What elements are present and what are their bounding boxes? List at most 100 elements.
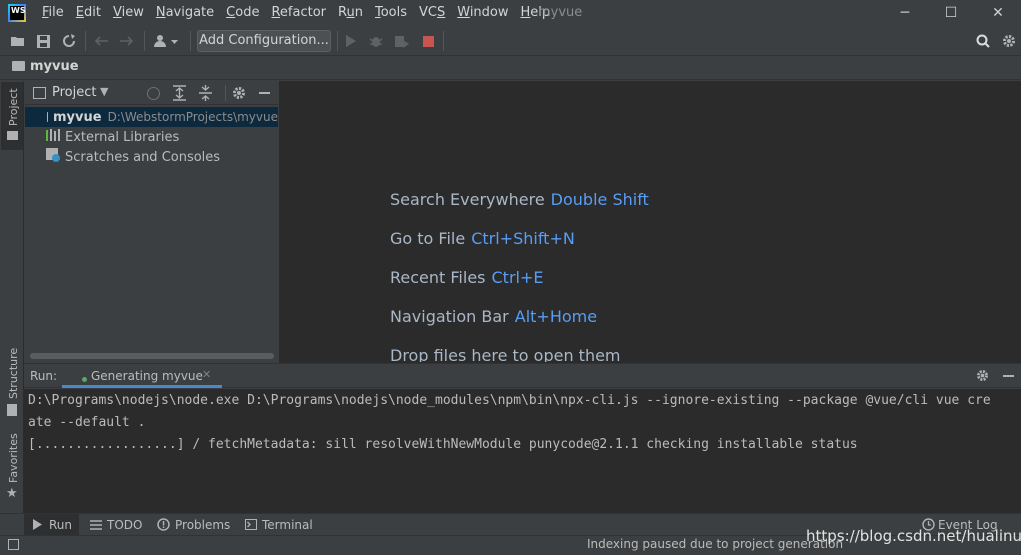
menu-item-text: ools <box>380 5 407 20</box>
tab-terminal[interactable]: Terminal <box>245 514 313 535</box>
toggle-tool-windows-icon[interactable] <box>8 539 19 550</box>
expand-all-icon[interactable] <box>173 85 186 101</box>
running-indicator-icon <box>82 377 87 382</box>
coverage-icon[interactable] <box>394 33 410 49</box>
sync-icon[interactable] <box>61 33 77 49</box>
user-menu-icon[interactable] <box>153 33 181 49</box>
project-view-title[interactable]: Project <box>52 85 96 100</box>
menu-item-text: avigate <box>165 5 215 20</box>
webstorm-logo: WS <box>8 4 26 22</box>
collapse-all-icon[interactable] <box>199 85 212 101</box>
problems-icon <box>157 518 170 531</box>
tab-structure[interactable]: Structure <box>7 348 20 399</box>
debug-icon[interactable] <box>368 33 384 49</box>
toolbar-separator <box>144 31 145 51</box>
hint-shortcut: Ctrl+E <box>491 268 544 287</box>
close-button[interactable]: ✕ <box>975 0 1021 26</box>
hint-recent-files: Recent Files Ctrl+E <box>390 268 543 287</box>
tab-favorites[interactable]: Favorites <box>7 433 20 483</box>
save-icon[interactable] <box>35 33 51 49</box>
gear-icon[interactable] <box>976 369 989 386</box>
menu-item[interactable]: Edit <box>70 0 107 26</box>
tab-run-label: Run <box>49 517 73 532</box>
menu-item[interactable]: Tools <box>369 0 413 26</box>
tree-item-myvue[interactable]: myvue D:\WebstormProjects\myvue <box>25 107 278 127</box>
settings-gear-icon[interactable] <box>232 86 246 104</box>
hide-panel-icon[interactable] <box>259 92 270 94</box>
folder-icon <box>47 112 48 122</box>
hint-go-to-file: Go to File Ctrl+Shift+N <box>390 229 575 248</box>
logo-text: WS <box>10 6 26 20</box>
breadcrumb[interactable]: myvue <box>30 59 79 74</box>
hint-text: Recent Files <box>390 268 486 287</box>
navigation-bar <box>0 55 1021 80</box>
menu-item-mnemonic: H <box>520 5 531 20</box>
menu-item[interactable]: View <box>107 0 150 26</box>
folder-icon <box>12 61 25 71</box>
hint-shortcut: Alt+Home <box>514 307 598 326</box>
tab-run[interactable]: Run <box>33 514 72 535</box>
tab-project-label: Project <box>7 88 20 126</box>
menu-item[interactable]: Run <box>332 0 369 26</box>
run-icon[interactable] <box>343 33 359 49</box>
tab-todo[interactable]: TODO <box>90 514 142 535</box>
hint-navigation-bar: Navigation Bar Alt+Home <box>390 307 597 326</box>
list-icon <box>90 519 102 530</box>
hint-text: Search Everywhere <box>390 190 545 209</box>
menu-item[interactable]: Code <box>220 0 265 26</box>
stop-icon[interactable] <box>420 33 436 49</box>
toolbar-separator <box>85 31 86 51</box>
tree-item-scratches[interactable]: Scratches and Consoles <box>25 147 278 167</box>
menu-item[interactable]: Navigate <box>150 0 220 26</box>
menu-item[interactable]: File <box>36 0 70 26</box>
hint-text: Navigation Bar <box>390 307 509 326</box>
console-output[interactable]: D:\Programs\nodejs\node.exe D:\Programs\… <box>24 389 1021 513</box>
console-line: [..................] / fetchMetadata: si… <box>28 437 858 452</box>
tab-problems[interactable]: Problems <box>157 514 230 535</box>
minimize-button[interactable]: ─ <box>882 0 928 26</box>
hint-search-everywhere: Search Everywhere Double Shift <box>390 190 649 209</box>
add-configuration-button[interactable]: Add Configuration... <box>197 30 331 52</box>
menu-item[interactable]: Window <box>451 0 514 26</box>
hint-shortcut: Ctrl+Shift+N <box>471 229 575 248</box>
watermark: https://blog.csdn.net/hualinux <box>806 527 1021 545</box>
tree-item-label: myvue <box>52 109 102 125</box>
minimize-panel-icon[interactable] <box>1003 375 1014 377</box>
tab-todo-label: TODO <box>107 517 143 532</box>
menu-item-text: n <box>354 5 363 20</box>
back-arrow-icon[interactable] <box>93 33 109 49</box>
menu-item[interactable]: VCS <box>413 0 451 26</box>
menu-item-mnemonic: C <box>226 5 236 20</box>
close-tab-icon[interactable]: ✕ <box>202 368 211 381</box>
tree-item-external-libraries[interactable]: External Libraries <box>25 127 278 147</box>
tab-problems-label: Problems <box>175 517 231 532</box>
tree-item-path: D:\WebstormProjects\myvue <box>107 110 278 124</box>
star-icon: ★ <box>6 486 18 501</box>
menu-item-mnemonic: u <box>346 5 355 20</box>
header-separator <box>225 85 226 101</box>
scratches-icon <box>46 148 60 166</box>
hint-drop-files: Drop files here to open them <box>390 346 621 362</box>
menu-item-mnemonic: V <box>112 5 122 20</box>
run-tab-label: Generating myvue <box>91 369 203 383</box>
forward-arrow-icon[interactable] <box>119 33 135 49</box>
window-title: myvue <box>538 5 583 20</box>
horizontal-scrollbar[interactable] <box>30 353 274 359</box>
toolbar-separator <box>337 31 338 51</box>
menu-item-text: dit <box>84 5 101 20</box>
locate-icon[interactable] <box>147 87 160 100</box>
hint-shortcut: Double Shift <box>550 190 649 209</box>
search-icon[interactable] <box>975 33 991 49</box>
maximize-button[interactable]: ☐ <box>928 0 974 26</box>
hint-text: Drop files here to open them <box>390 346 621 362</box>
menu-item-text: ile <box>48 5 64 20</box>
open-folder-icon[interactable] <box>10 33 26 49</box>
status-message: Indexing paused due to project generatio… <box>587 537 844 551</box>
project-view-icon <box>33 87 46 99</box>
menu-item-text: efactor <box>279 5 326 20</box>
terminal-icon <box>245 519 257 530</box>
structure-icon <box>7 404 17 416</box>
chevron-down-icon[interactable]: ▼ <box>100 85 108 98</box>
menu-item[interactable]: Refactor <box>265 0 332 26</box>
gear-icon[interactable] <box>1001 33 1017 49</box>
